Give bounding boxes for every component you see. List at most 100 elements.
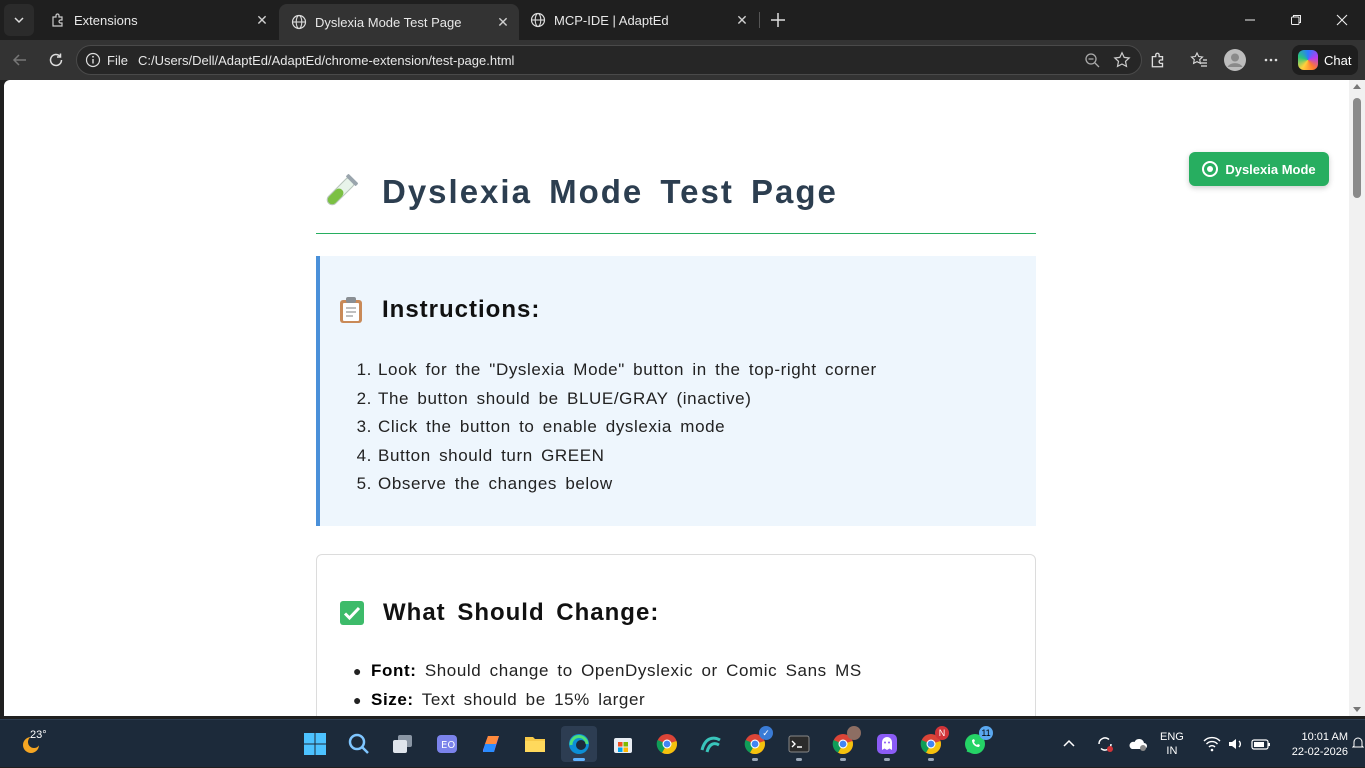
favorites-button[interactable] — [1185, 46, 1213, 74]
tab-title: Dyslexia Mode Test Page — [315, 14, 462, 30]
store-icon — [614, 738, 632, 753]
chat-label: Chat — [1324, 52, 1352, 68]
scrollbar-thumb[interactable] — [1353, 98, 1361, 198]
plus-icon — [771, 13, 785, 27]
tab-search-button[interactable] — [4, 4, 34, 36]
extensions-button[interactable] — [1144, 46, 1172, 74]
minimize-icon — [1245, 19, 1255, 21]
instructions-list: 1. Look for the "Dyslexia Mode" button in… — [344, 356, 877, 499]
notification-badge: 11 — [979, 726, 993, 740]
instructions-panel: Instructions: 1. Look for the "Dyslexia M… — [316, 256, 1036, 526]
taskbar-app-teams[interactable]: EO — [429, 726, 465, 762]
wifi-icon — [1203, 736, 1221, 752]
language-indicator[interactable]: ENG IN — [1160, 730, 1184, 758]
dyslexia-mode-button[interactable]: Dyslexia Mode — [1189, 152, 1329, 186]
onedrive-icon[interactable] — [1128, 735, 1148, 753]
quick-settings[interactable] — [1203, 720, 1271, 768]
scroll-down-icon[interactable] — [1353, 707, 1361, 712]
list-item: 1. Look for the "Dyslexia Mode" button in… — [356, 360, 877, 379]
list-item: 4. Button should turn GREEN — [356, 445, 605, 465]
clock-date: 22-02-2026 — [1291, 746, 1348, 758]
svg-text:EO: EO — [441, 740, 455, 751]
running-indicator — [573, 758, 585, 761]
extensions-icon — [50, 12, 66, 28]
system-tray — [1062, 720, 1148, 768]
browser-toolbar: File C:/Users/Dell/AdaptEd/AdaptEd/chrom… — [0, 40, 1365, 80]
taskbar: 23° EO ✓ N 11 ENG IN 10:01 AM 22-02-2026 — [0, 719, 1365, 767]
clipboard-icon — [340, 297, 362, 323]
tab-extensions[interactable]: Extensions ✕ — [38, 4, 278, 36]
changes-heading: What Should Change: — [339, 599, 659, 627]
more-menu-button[interactable] — [1257, 46, 1285, 74]
running-indicator — [796, 758, 802, 761]
page-viewport: Dyslexia Mode Dyslexia Mode Test Page In… — [4, 80, 1349, 716]
chevron-up-icon[interactable] — [1062, 737, 1076, 751]
close-icon[interactable]: ✕ — [730, 8, 754, 32]
taskbar-app-chrome-profile-2[interactable]: ✓ — [737, 726, 773, 762]
taskbar-app-ghost[interactable] — [869, 726, 905, 762]
running-indicator — [752, 758, 758, 761]
task-view-icon — [393, 735, 412, 753]
clock[interactable]: 10:01 AM 22-02-2026 — [1282, 730, 1348, 760]
taskbar-app-copilot[interactable] — [473, 726, 509, 762]
running-indicator — [884, 758, 890, 761]
minimize-button[interactable] — [1227, 0, 1273, 40]
start-button[interactable] — [297, 726, 333, 762]
running-indicator — [928, 758, 934, 761]
test-tube-icon — [326, 174, 358, 206]
task-view-button[interactable] — [385, 726, 421, 762]
taskbar-app-whatsapp[interactable]: 11 — [957, 726, 993, 762]
close-icon[interactable]: ✕ — [491, 10, 515, 34]
taskbar-app-file-explorer[interactable] — [517, 726, 553, 762]
profile-badge: ✓ — [759, 726, 773, 740]
taskbar-app-chrome-profile-3[interactable] — [825, 726, 861, 762]
globe-icon — [291, 14, 307, 30]
tab-dyslexia-test[interactable]: Dyslexia Mode Test Page ✕ — [279, 4, 519, 40]
notification-bell-icon[interactable] — [1352, 736, 1364, 750]
avatar-icon — [1224, 49, 1246, 71]
scroll-up-icon[interactable] — [1353, 84, 1361, 89]
page-title: Dyslexia Mode Test Page — [316, 172, 1036, 234]
info-icon[interactable] — [85, 52, 101, 68]
search-button[interactable] — [341, 726, 377, 762]
taskbar-app-windsurf[interactable] — [693, 726, 729, 762]
close-window-button[interactable] — [1319, 0, 1365, 40]
list-item: ● Size: Text should be 15% larger — [353, 689, 646, 709]
copilot-chat-button[interactable]: Chat — [1292, 45, 1358, 75]
taskbar-app-terminal[interactable] — [781, 726, 817, 762]
url-text[interactable]: C:/Users/Dell/AdaptEd/AdaptEd/chrome-ext… — [138, 53, 514, 68]
address-bar[interactable]: File C:/Users/Dell/AdaptEd/AdaptEd/chrom… — [76, 45, 1142, 75]
zoom-icon[interactable] — [1081, 49, 1103, 71]
region-code: IN — [1166, 745, 1178, 757]
instructions-title: Instructions: — [382, 296, 541, 323]
copilot-icon — [1298, 50, 1318, 70]
restore-button[interactable] — [1273, 0, 1319, 40]
tab-mcp-ide[interactable]: MCP-IDE | AdaptEd ✕ — [518, 4, 758, 36]
running-indicator — [840, 758, 846, 761]
list-item: ● Font: Should change to OpenDyslexic or … — [353, 661, 862, 680]
sync-icon[interactable] — [1096, 735, 1114, 753]
ghost-app-icon — [877, 734, 897, 754]
page-title-text: Dyslexia Mode Test Page — [382, 173, 838, 210]
tab-separator — [759, 12, 760, 28]
volume-icon — [1229, 739, 1241, 749]
taskbar-app-chrome-profile-4[interactable]: N — [913, 726, 949, 762]
page-scrollbar[interactable] — [1349, 80, 1365, 716]
reload-button[interactable] — [42, 46, 70, 74]
language-code: ENG — [1160, 731, 1184, 743]
taskbar-app-store[interactable] — [605, 726, 641, 762]
check-box-icon — [340, 601, 364, 625]
profile-avatar-badge — [847, 726, 861, 740]
favorite-star-icon[interactable] — [1111, 49, 1133, 71]
taskbar-app-edge[interactable] — [561, 726, 597, 762]
teams-icon: EO — [437, 735, 457, 753]
changes-list: ● Font: Should change to OpenDyslexic or … — [353, 657, 862, 714]
instructions-heading: Instructions: — [338, 296, 540, 324]
search-icon — [348, 733, 369, 754]
new-tab-button[interactable] — [766, 8, 790, 32]
profile-button[interactable] — [1221, 46, 1249, 74]
back-button[interactable] — [6, 46, 34, 74]
tab-title: MCP-IDE | AdaptEd — [554, 12, 669, 28]
close-icon[interactable]: ✕ — [250, 8, 274, 32]
taskbar-app-chrome[interactable] — [649, 726, 685, 762]
